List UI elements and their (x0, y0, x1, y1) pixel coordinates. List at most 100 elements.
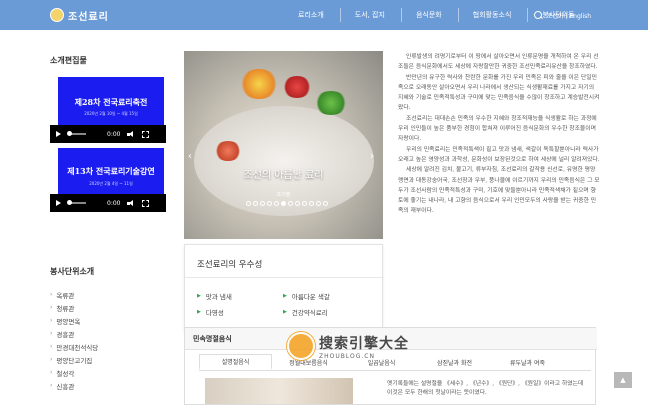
slider-dot[interactable] (253, 201, 258, 206)
list-item-label[interactable]: 경흥관 (56, 329, 74, 339)
fullscreen-icon[interactable] (142, 130, 150, 138)
slider-dot[interactable] (274, 201, 279, 206)
slider-dot[interactable] (302, 201, 307, 206)
service-units-list: › 옥류관 › 청류관 › 평양면옥 › 경흥관 › 만경대천석식당 › 평양단고기집 › 철… (50, 288, 98, 392)
nav-divider (400, 8, 402, 22)
site-logo[interactable]: 조선료리 (50, 7, 109, 23)
slider-dot[interactable] (267, 201, 272, 206)
excellence-item[interactable]: ▶ 맛과 냄새 (197, 291, 232, 301)
slider-dot[interactable] (309, 201, 314, 206)
slide-caption: 조선의 아름난 료리 (243, 170, 324, 181)
list-item[interactable]: › 철성각 (50, 366, 98, 379)
nav-item-books[interactable]: 도서, 잡지 (355, 10, 385, 20)
slider-dots (246, 201, 328, 206)
fullscreen-icon[interactable] (142, 199, 150, 207)
slider-dot[interactable] (316, 201, 321, 206)
chevron-right-icon: › (50, 304, 53, 311)
seek-bar[interactable] (67, 131, 86, 136)
triangle-right-icon: ▶ (197, 309, 201, 315)
article-paragraph: 반만년의 유구한 력사와 찬란한 문화를 가진 우리 민족은 피와 줄을 이은 … (398, 74, 600, 112)
nav-item-association-news[interactable]: 협회활동소식 (473, 10, 512, 20)
list-item-label[interactable]: 평양단고기집 (56, 355, 92, 365)
chevron-right-icon: › (50, 356, 53, 363)
divider (185, 277, 384, 278)
slider-prev-icon[interactable]: ‹ (188, 151, 192, 162)
tab-lunar-new-year[interactable]: 설명절음식 (199, 354, 272, 370)
nav-divider (527, 8, 529, 22)
list-item[interactable]: › 경흥관 (50, 327, 98, 340)
watermark-logo: 搜索引擎大全 ZHOUBLOG.CN (287, 332, 409, 360)
list-item-label[interactable]: 평양면옥 (56, 316, 80, 326)
panel-title: 민속명절음식 (193, 335, 232, 343)
list-item[interactable]: › 청류관 (50, 301, 98, 314)
play-icon[interactable] (56, 200, 61, 206)
holiday-food-text: 옛기록들에는 설명절을 《세수》, 《년수》, 《원단》, 《원일》이라고 하였… (387, 381, 584, 396)
excellence-panel: 조선료리의 우수성 ▶ 맛과 냄새 ▶ 아름다운 색갈 ▶ 다영성 ▶ 건강약식료리 (184, 244, 384, 332)
list-item[interactable]: › 만경대천석식당 (50, 340, 98, 353)
nav-item-food-culture[interactable]: 음식문화 (416, 10, 442, 20)
excellence-item-label[interactable]: 건강약식료리 (292, 307, 328, 317)
nav-item-cuisine-intro[interactable]: 료리소개 (298, 10, 324, 20)
garnish-image (239, 69, 279, 99)
video-date: 2020년 2월 10일 ~ 4월 15일 (84, 111, 138, 116)
video-player-controls: 0:00 (50, 194, 166, 212)
triangle-right-icon: ▶ (197, 293, 201, 299)
page-content: 소개편집물 제28차 전국료리축전 2020년 2월 10일 ~ 4월 15일 … (0, 30, 648, 405)
nav-divider (457, 8, 459, 22)
language-switch[interactable]: 조선어 | English (534, 0, 591, 30)
excellence-item[interactable]: ▶ 아름다운 색갈 (283, 291, 330, 301)
list-item[interactable]: › 평양단고기집 (50, 353, 98, 366)
slider-dot[interactable] (295, 201, 300, 206)
tabs-divider (199, 370, 591, 371)
videos-section-title: 소개편집물 (50, 56, 87, 65)
tab-ryudunal[interactable]: 류두날과 여죽 (491, 354, 564, 370)
article-paragraph: 세상에 알려진 김치, 불고기, 류부자침, 조선료리의 갈작용 신선로, 유명… (398, 167, 600, 215)
food-plate-image (194, 106, 374, 216)
chevron-right-icon: › (50, 382, 53, 389)
slider-next-icon[interactable]: › (370, 151, 374, 162)
video-title: 제28차 전국료리축전 (74, 97, 148, 107)
excellence-item[interactable]: ▶ 건강약식료리 (283, 307, 328, 317)
list-item[interactable]: › 신흥관 (50, 379, 98, 392)
list-item-label[interactable]: 신흥관 (56, 381, 74, 391)
slide-subcaption: 조기찜 (276, 192, 291, 198)
play-icon[interactable] (56, 131, 61, 137)
top-header: 조선료리 료리소개 도서, 잡지 음식문화 협회활동소식 봉사단위들 조선어 |… (0, 0, 648, 30)
video-time: 0:00 (107, 199, 121, 207)
slider-dot-active[interactable] (281, 201, 286, 206)
chevron-up-icon[interactable]: ▲ (614, 372, 632, 388)
seek-bar[interactable] (67, 200, 86, 205)
excellence-title: 조선료리의 우수성 (197, 260, 263, 270)
excellence-item-label[interactable]: 아름다운 색갈 (292, 291, 330, 301)
excellence-item-label[interactable]: 맛과 냄새 (206, 291, 232, 301)
excellence-item[interactable]: ▶ 다영성 (197, 307, 224, 317)
triangle-right-icon: ▶ (283, 293, 287, 299)
search-icon[interactable] (534, 10, 543, 20)
slider-dot[interactable] (323, 201, 328, 206)
language-label[interactable]: 조선어 | English (547, 11, 591, 20)
list-item-label[interactable]: 청류관 (56, 303, 74, 313)
volume-icon[interactable] (127, 131, 135, 137)
video-player-controls: 0:00 (50, 125, 166, 143)
list-item-label[interactable]: 철성각 (56, 368, 74, 378)
excellence-item-label[interactable]: 다영성 (206, 307, 224, 317)
holiday-food-image[interactable] (205, 378, 353, 404)
chevron-right-icon: › (50, 291, 53, 298)
slider-dot[interactable] (288, 201, 293, 206)
watermark-main-text: 搜索引擎大全 (319, 335, 409, 352)
nav-divider (339, 8, 341, 22)
chevron-right-icon: › (50, 317, 53, 324)
slider-dot[interactable] (260, 201, 265, 206)
volume-icon[interactable] (127, 200, 135, 206)
list-item[interactable]: › 평양면옥 (50, 314, 98, 327)
garnish-image (314, 91, 348, 115)
chevron-right-icon: › (50, 330, 53, 337)
logo-text: 조선료리 (68, 11, 109, 23)
tab-samjinnal[interactable]: 삼짇날과 화전 (418, 354, 491, 370)
units-section-title: 봉사단위소개 (50, 267, 95, 276)
list-item[interactable]: › 옥류관 (50, 288, 98, 301)
slider-dot[interactable] (246, 201, 251, 206)
list-item-label[interactable]: 옥류관 (56, 290, 74, 300)
list-item-label[interactable]: 만경대천석식당 (56, 342, 98, 352)
hero-slider[interactable]: ‹ › 조선의 아름난 료리 조기찜 (184, 51, 383, 239)
